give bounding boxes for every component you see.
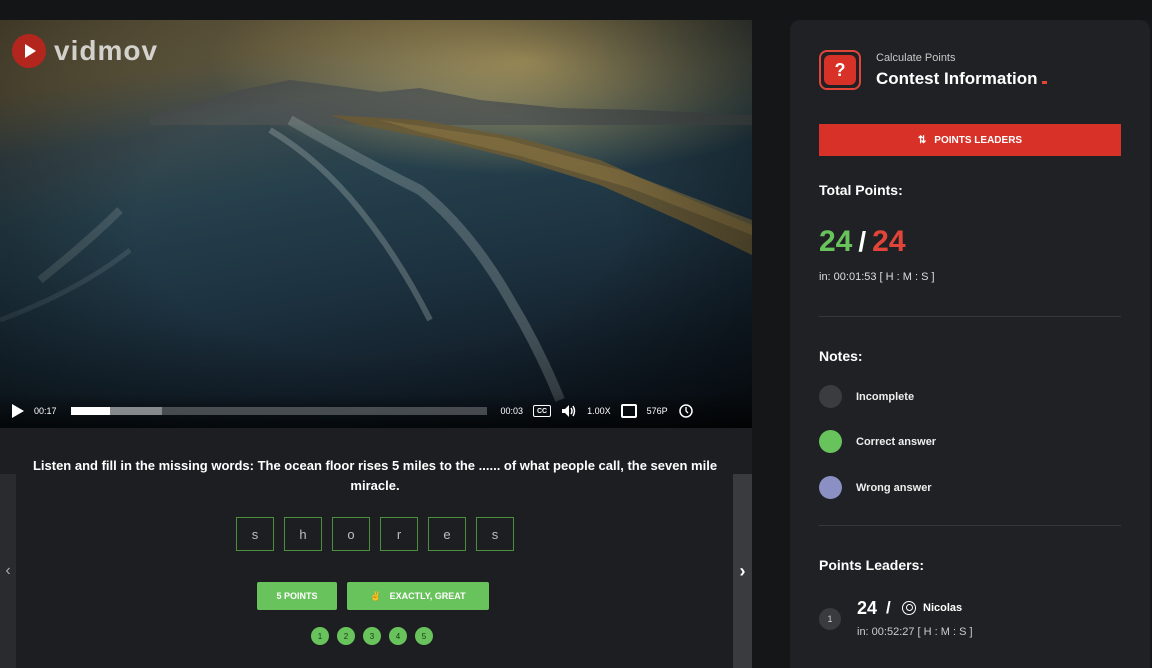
question-mark-icon: ? — [819, 50, 861, 90]
note-incomplete: Incomplete — [819, 385, 914, 408]
feedback-label: EXACTLY, GREAT — [389, 591, 466, 601]
page-dot[interactable]: 3 — [363, 627, 381, 645]
leader-separator: / — [886, 598, 891, 617]
seek-bar[interactable] — [70, 407, 487, 415]
progress-fill — [70, 407, 111, 415]
leader-rank: 1 — [819, 608, 841, 630]
total-score: 24/24 — [819, 225, 906, 259]
points-badge: 5 POINTS — [257, 582, 337, 610]
divider — [819, 316, 1121, 317]
letter-box[interactable]: h — [284, 517, 322, 551]
title-accent — [1041, 81, 1047, 84]
chevron-right-icon: › — [739, 560, 746, 581]
contest-info-panel: ? Calculate Points Contest Information ⇅… — [790, 20, 1150, 668]
play-icon[interactable] — [10, 404, 24, 418]
points-leaders-button[interactable]: ⇅ POINTS LEADERS — [819, 124, 1121, 156]
letter-box[interactable]: s — [236, 517, 274, 551]
page-dot[interactable]: 1 — [311, 627, 329, 645]
top-bar — [0, 0, 1152, 20]
page-dot[interactable]: 5 — [415, 627, 433, 645]
note-label: Incomplete — [856, 390, 915, 403]
note-wrong: Wrong answer — [819, 476, 932, 499]
playback-speed[interactable]: 1.00X — [587, 406, 611, 416]
sort-arrows-icon: ⇅ — [917, 134, 927, 146]
incomplete-dot — [819, 385, 842, 408]
question-pagination: 1 2 3 4 5 — [311, 627, 433, 645]
leader-row: 1 24 / Nicolas in: 00:52:27 [ H : M : S … — [819, 598, 1119, 646]
divider — [819, 525, 1121, 526]
panel-title: Contest Information — [876, 69, 1047, 89]
player-controls: 00:17 00:03 CC 1.00X 576P — [0, 394, 752, 428]
page-dot[interactable]: 4 — [389, 627, 407, 645]
wrong-dot — [819, 476, 842, 499]
note-label: Correct answer — [856, 435, 937, 448]
score-separator: / — [858, 226, 867, 257]
page-dot[interactable]: 2 — [337, 627, 355, 645]
answer-letter-boxes: s h o r e s — [236, 517, 514, 551]
feedback-badge: ✌ EXACTLY, GREAT — [347, 582, 489, 610]
question-text: Listen and fill in the missing words: Th… — [32, 458, 718, 493]
user-icon — [902, 601, 916, 615]
leader-points: 24 — [857, 598, 878, 618]
current-time: 00:17 — [34, 406, 57, 416]
leader-time: in: 00:52:27 [ H : M : S ] — [857, 626, 973, 638]
prev-question-button[interactable]: ‹ — [0, 474, 16, 668]
letter-box[interactable]: e — [428, 517, 466, 551]
score-earned: 24 — [819, 225, 853, 258]
volume-icon[interactable] — [561, 404, 577, 418]
total-time: in: 00:01:53 [ H : M : S ] — [819, 271, 935, 283]
total-points-label: Total Points: — [819, 182, 903, 198]
leader-name: Nicolas — [923, 602, 963, 614]
letter-box[interactable]: s — [476, 517, 514, 551]
logo-text: vidmov — [54, 35, 159, 66]
correct-dot — [819, 430, 842, 453]
points-leaders-label: Points Leaders: — [819, 557, 925, 573]
video-player[interactable]: vidmov 00:17 00:03 CC 1.00X 576P — [0, 20, 752, 428]
quality-selector[interactable]: 576P — [647, 406, 668, 416]
thumbs-up-icon: ✌ — [370, 590, 382, 601]
panel-subtitle: Calculate Points — [876, 52, 956, 64]
video-vignette — [0, 20, 752, 428]
fullscreen-icon[interactable] — [620, 404, 637, 418]
result-buttons: 5 POINTS ✌ EXACTLY, GREAT — [257, 582, 489, 610]
lesson-area: vidmov 00:17 00:03 CC 1.00X 576P ‹ › Lis… — [0, 20, 752, 668]
captions-icon[interactable]: CC — [533, 405, 552, 417]
points-leaders-label: POINTS LEADERS — [934, 134, 1023, 146]
note-label: Wrong answer — [856, 481, 932, 494]
letter-box[interactable]: r — [380, 517, 418, 551]
duration: 00:03 — [500, 406, 524, 416]
notes-label: Notes: — [819, 348, 863, 364]
logo-play-icon — [12, 34, 46, 68]
replay-icon[interactable] — [678, 404, 694, 418]
panel-title-text: Contest Information — [876, 69, 1038, 88]
vidmov-logo: vidmov — [12, 34, 158, 68]
next-question-button[interactable]: › — [733, 474, 752, 668]
chevron-left-icon: ‹ — [5, 562, 11, 579]
question-area: ‹ › Listen and fill in the missing words… — [0, 428, 752, 668]
score-total: 24 — [872, 225, 906, 258]
letter-box[interactable]: o — [332, 517, 370, 551]
note-correct: Correct answer — [819, 430, 936, 453]
